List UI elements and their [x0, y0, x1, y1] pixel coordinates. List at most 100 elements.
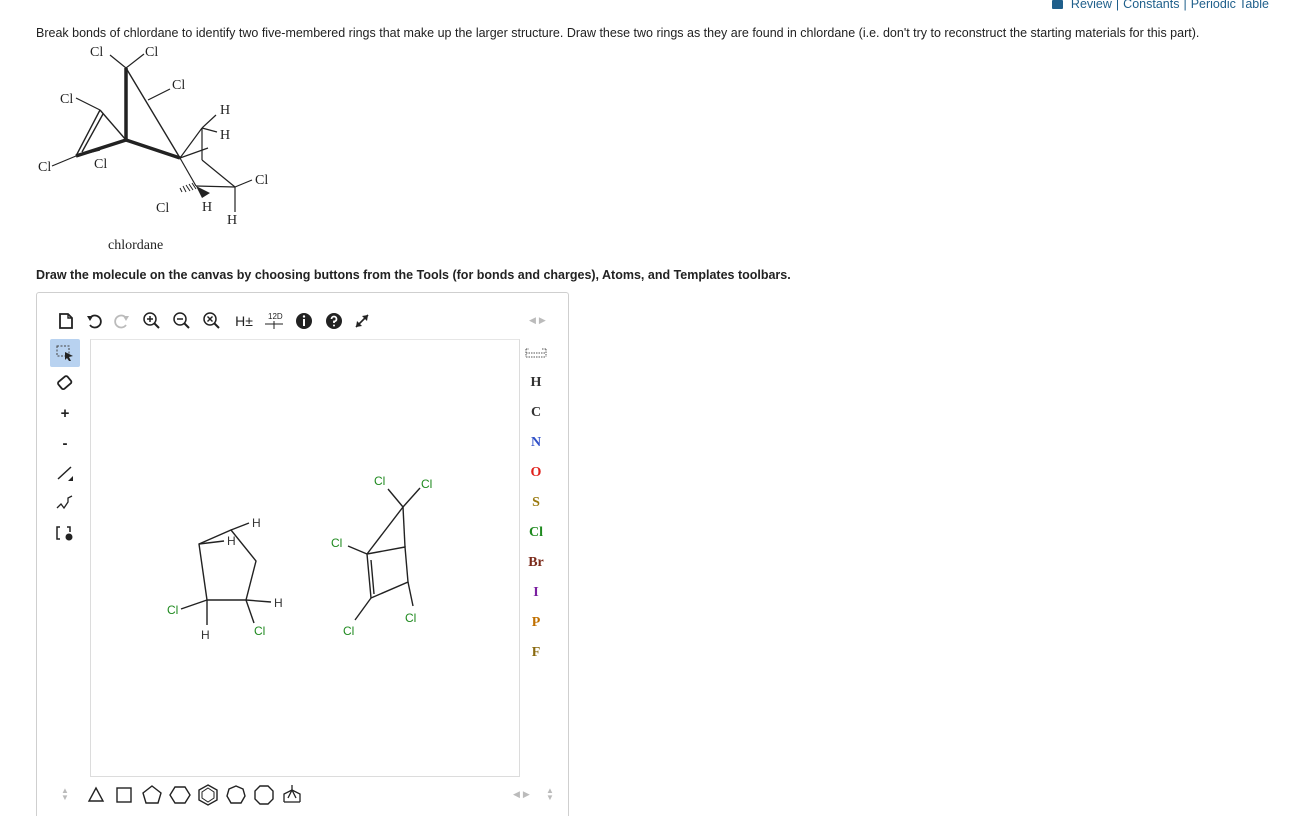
chain-tool[interactable] — [50, 489, 80, 517]
canvas-atom-cl: Cl — [421, 477, 432, 491]
template-cyclopentane[interactable] — [139, 781, 165, 809]
chlordane-atom-h: H — [227, 213, 237, 228]
clean-2d-label: 12D — [268, 312, 283, 321]
atom-o-button[interactable]: O — [521, 459, 551, 487]
explicit-hydrogens-button[interactable]: H± — [231, 307, 257, 335]
chlordane-atom-cl: Cl — [60, 92, 73, 107]
canvas-atom-cl: Cl — [254, 624, 265, 638]
template-bicyclic[interactable] — [279, 781, 305, 809]
atom-p-button[interactable]: P — [521, 609, 551, 637]
info-button[interactable] — [291, 307, 317, 335]
zoom-reset-button[interactable] — [199, 307, 225, 335]
review-link[interactable]: Review — [1071, 0, 1112, 11]
redo-button[interactable] — [109, 307, 135, 335]
chlordane-atom-h: H — [202, 200, 212, 215]
canvas-atom-cl: Cl — [374, 474, 385, 488]
document-icon — [59, 313, 73, 329]
bracket-tool[interactable] — [50, 519, 80, 547]
templates-scroll-icon[interactable]: ▲ ▼ — [61, 787, 69, 802]
template-benzene[interactable] — [195, 781, 221, 809]
chlordane-atom-cl: Cl — [172, 78, 185, 93]
toolbar-scroll-icon[interactable]: ◀▶ — [529, 315, 549, 326]
negative-charge-tool[interactable]: - — [50, 429, 80, 457]
zoom-in-button[interactable] — [139, 307, 165, 335]
template-cyclobutane[interactable] — [111, 781, 137, 809]
zoom-out-button[interactable] — [169, 307, 195, 335]
canvas-atom-h: H — [227, 534, 236, 548]
atoms-scroll-icon[interactable]: ▲ ▼ — [546, 787, 554, 802]
chlordane-atom-h: H — [220, 103, 230, 118]
molecule-editor: H± 12D ◀▶ + - H H H Cl H Cl Cl Cl Cl Cl … — [36, 292, 569, 816]
atom-h-button[interactable]: H — [521, 369, 551, 397]
zoom-in-icon — [143, 312, 160, 329]
triangle-icon — [87, 786, 105, 802]
chlordane-atom-cl: Cl — [255, 173, 268, 188]
chlordane-atom-cl: Cl — [156, 201, 169, 216]
templates-toolbar: ▲ ▼ ◀▶ ▲ ▼ — [57, 781, 557, 811]
expand-icon — [355, 314, 369, 328]
chlordane-atom-cl: Cl — [90, 45, 103, 60]
drawing-canvas[interactable]: H H H Cl H Cl Cl Cl Cl Cl Cl — [90, 339, 520, 777]
bicyclic-icon — [283, 785, 301, 803]
undo-button[interactable] — [81, 307, 107, 335]
canvas-atom-cl: Cl — [167, 603, 178, 617]
bracket-icon — [56, 526, 73, 541]
periodic-table-icon — [525, 348, 547, 358]
hexagon-icon — [169, 786, 191, 804]
periodic-table-button[interactable] — [521, 339, 551, 367]
bond-icon — [57, 466, 73, 481]
templates-horizontal-scroll-icon[interactable]: ◀▶ — [513, 789, 533, 800]
redo-icon — [114, 314, 129, 329]
lasso-select-icon — [56, 345, 73, 361]
clean-2d-button[interactable]: 12D — [261, 307, 287, 335]
atom-s-button[interactable]: S — [521, 489, 551, 517]
chlordane-atom-cl: Cl — [145, 45, 158, 60]
canvas-atom-h: H — [201, 628, 210, 642]
chlordane-atom-cl: Cl — [94, 157, 107, 172]
template-cyclohexane[interactable] — [167, 781, 193, 809]
link-separator: | — [1183, 0, 1187, 11]
heptagon-icon — [226, 785, 246, 804]
positive-charge-tool[interactable]: + — [50, 399, 80, 427]
eraser-tool[interactable] — [50, 369, 80, 397]
template-cyclooctane[interactable] — [251, 781, 277, 809]
constants-link[interactable]: Constants — [1123, 0, 1179, 11]
question-text: Break bonds of chlordane to identify two… — [36, 26, 1200, 40]
canvas-atom-h: H — [274, 596, 283, 610]
undo-icon — [87, 314, 102, 329]
template-cycloheptane[interactable] — [223, 781, 249, 809]
fullscreen-button[interactable] — [349, 307, 375, 335]
chlordane-structure: Cl Cl Cl Cl H H Cl Cl Cl Cl H H chlordan… — [38, 45, 268, 253]
chlordane-atom-h: H — [220, 128, 230, 143]
chlordane-caption: chlordane — [108, 238, 163, 253]
benzene-icon — [198, 784, 218, 806]
canvas-atom-cl: Cl — [343, 624, 354, 638]
help-button[interactable] — [321, 307, 347, 335]
eraser-icon — [57, 375, 73, 391]
instruction-text: Draw the molecule on the canvas by choos… — [36, 268, 791, 282]
info-icon — [296, 313, 312, 329]
atom-br-button[interactable]: Br — [521, 549, 551, 577]
zoom-out-icon — [173, 312, 190, 329]
atom-c-button[interactable]: C — [521, 399, 551, 427]
zoom-reset-icon — [203, 312, 220, 329]
canvas-atom-h: H — [252, 516, 261, 530]
chlordane-atom-cl: Cl — [38, 160, 51, 175]
help-icon — [326, 313, 342, 329]
book-icon — [1051, 0, 1063, 9]
pentagon-icon — [142, 785, 162, 804]
single-bond-tool[interactable] — [50, 459, 80, 487]
canvas-drawing: H H H Cl H Cl Cl Cl Cl Cl Cl — [167, 474, 432, 642]
square-icon — [116, 787, 132, 803]
template-cyclopropane[interactable] — [83, 781, 109, 809]
atom-i-button[interactable]: I — [521, 579, 551, 607]
select-tool[interactable] — [50, 339, 80, 367]
atom-cl-button[interactable]: Cl — [521, 519, 551, 547]
atom-n-button[interactable]: N — [521, 429, 551, 457]
atom-f-button[interactable]: F — [521, 639, 551, 667]
clean-2d-icon: 12D — [265, 312, 283, 329]
new-document-button[interactable] — [53, 307, 79, 335]
periodic-table-link[interactable]: Periodic Table — [1191, 0, 1269, 11]
chain-icon — [56, 495, 73, 510]
canvas-atom-cl: Cl — [405, 611, 416, 625]
